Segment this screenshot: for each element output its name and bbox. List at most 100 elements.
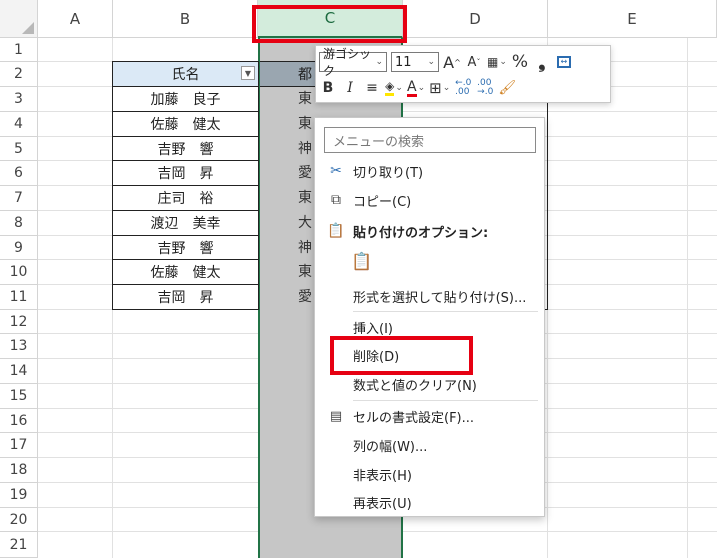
menu-item-paste-options: 📋 貼り付けのオプション: [327,223,489,241]
merge-center-button[interactable]: ↔ [555,51,573,73]
prefecture-cell[interactable]: 東 [298,260,312,285]
paintbrush-icon: 🖌 [498,80,517,96]
format-painter-button[interactable]: 🖌 [498,77,516,99]
prefecture-cell[interactable]: 東 [298,186,312,211]
row-header[interactable]: 6 [0,161,38,186]
scissors-icon: ✂ [330,163,342,179]
paste-icon: 📋 [351,252,373,272]
column-header-d[interactable]: D [403,0,548,38]
context-menu: メニューの検索 ✂ 切り取り(T) ⧉ コピー(C) 📋 貼り付けのオプション:… [314,117,545,517]
menu-item-copy[interactable]: ⧉ コピー(C) [315,186,544,214]
menu-search-placeholder: メニューの検索 [333,134,425,150]
menu-item-unhide[interactable]: 再表示(U) [315,488,544,516]
row-header[interactable]: 10 [0,260,38,285]
name-cell[interactable]: 佐藤 健太 [112,112,259,137]
prefecture-cell[interactable]: 愛 [298,285,312,310]
increase-decimal-icon: ←.0.00 [455,78,472,97]
row-header[interactable]: 8 [0,211,38,236]
borders-button[interactable]: ⊞ ⌄ [429,77,450,99]
decrease-decimal-button[interactable]: .00 →.0 [476,77,494,99]
row-header[interactable]: 14 [0,359,38,384]
merge-cells-icon: ↔ [556,56,571,68]
chevron-down-icon: ⌄ [442,83,451,93]
menu-item-hide[interactable]: 非表示(H) [315,460,544,488]
align-center-button[interactable]: ≡ [363,77,381,99]
name-cell[interactable]: 渡辺 美幸 [112,211,259,236]
select-all-corner[interactable] [0,0,38,38]
row-header[interactable]: 17 [0,433,38,458]
font-color-icon: A [407,78,417,97]
table-header-name[interactable]: 氏名 ▼ [112,61,259,87]
decrease-font-size-button[interactable]: Aˇ [465,51,483,73]
name-cell[interactable]: 吉岡 昇 [112,285,259,310]
prefecture-cell[interactable]: 神 [298,137,312,161]
font-name-value: 游ゴシック [323,47,372,78]
accounting-format-button[interactable]: ▦ ⌄ [487,51,507,73]
chevron-down-icon: ⌄ [417,83,426,93]
font-size-value: 11 [395,54,412,70]
money-icon: ▦ [487,55,499,69]
row-header[interactable]: 5 [0,137,38,161]
menu-item-column-width[interactable]: 列の幅(W)... [315,431,544,459]
row-header[interactable]: 15 [0,384,38,409]
row-header[interactable]: 19 [0,483,38,508]
increase-font-size-button[interactable]: A ^ [443,51,461,73]
row-header[interactable]: 11 [0,285,38,310]
row-header[interactable]: 20 [0,508,38,532]
header-name-label: 氏名 [171,67,200,83]
font-color-button[interactable]: A ⌄ [407,77,425,99]
row-header[interactable]: 7 [0,186,38,211]
paste-button[interactable]: 📋 [315,246,544,278]
row-header[interactable]: 21 [0,532,38,558]
name-cell[interactable]: 吉野 響 [112,236,259,260]
prefecture-cell[interactable]: 東 [298,112,312,137]
menu-item-paste-special[interactable]: 形式を選択して貼り付け(S)... [315,282,544,310]
font-size-select[interactable]: 11 ⌄ [391,52,439,72]
prefecture-cell[interactable]: 東 [298,87,312,112]
row-header[interactable]: 13 [0,334,38,359]
name-cell[interactable]: 佐藤 健太 [112,260,259,285]
column-header-b[interactable]: B [113,0,258,38]
comma-style-button[interactable]: ❟ [533,51,551,73]
row-header[interactable]: 2 [0,62,38,87]
menu-item-format-cells[interactable]: ▤ セルの書式設定(F)... [315,402,544,430]
table-header-prefecture[interactable]: 都 [260,61,316,87]
font-name-select[interactable]: 游ゴシック ⌄ [319,47,387,78]
row-header[interactable]: 1 [0,38,38,62]
increase-decimal-button[interactable]: ←.0.00 [454,77,472,99]
paint-bucket-icon: ◈ [385,80,395,96]
italic-button[interactable]: I [341,77,359,99]
prefecture-cell[interactable]: 神 [298,236,312,260]
chevron-down-icon: ⌄ [499,57,507,67]
prefecture-cell[interactable]: 大 [298,211,312,236]
menu-search-input[interactable]: メニューの検索 [324,127,536,153]
percent-style-button[interactable]: % [511,51,529,73]
name-cell[interactable]: 庄司 裕 [112,186,259,211]
row-header[interactable]: 12 [0,310,38,334]
row-header[interactable]: 16 [0,409,38,433]
menu-item-cut[interactable]: ✂ 切り取り(T) [315,157,544,185]
column-header-e[interactable]: E [548,0,717,38]
filter-dropdown-icon[interactable]: ▼ [241,66,255,80]
name-cell[interactable]: 吉野 響 [112,137,259,161]
prefecture-cell[interactable]: 愛 [298,161,312,186]
bold-button[interactable]: B [319,77,337,99]
name-cell[interactable]: 加藤 良子 [112,87,259,112]
column-header-a[interactable]: A [38,0,113,38]
clipboard-icon: 📋 [327,223,345,239]
row-header[interactable]: 9 [0,236,38,260]
row-header[interactable]: 3 [0,87,38,112]
copy-icon: ⧉ [331,192,341,208]
chevron-down-icon: ⌄ [395,83,403,93]
row-header[interactable]: 18 [0,458,38,483]
chevron-down-icon: ⌄ [375,57,383,67]
mini-toolbar: 游ゴシック ⌄ 11 ⌄ A ^ Aˇ ▦ ⌄ % ❟ ↔ B I ≡ ◈ ⌄ A … [315,45,611,103]
format-cells-icon: ▤ [329,408,343,424]
decrease-decimal-icon: .00 →.0 [477,78,494,97]
fill-color-button[interactable]: ◈ ⌄ [385,77,403,99]
row-header[interactable]: 4 [0,112,38,137]
highlight-column-c [252,5,407,43]
chevron-down-icon: ⌄ [427,57,435,67]
highlight-delete-item [330,336,473,375]
name-cell[interactable]: 吉岡 昇 [112,161,259,186]
